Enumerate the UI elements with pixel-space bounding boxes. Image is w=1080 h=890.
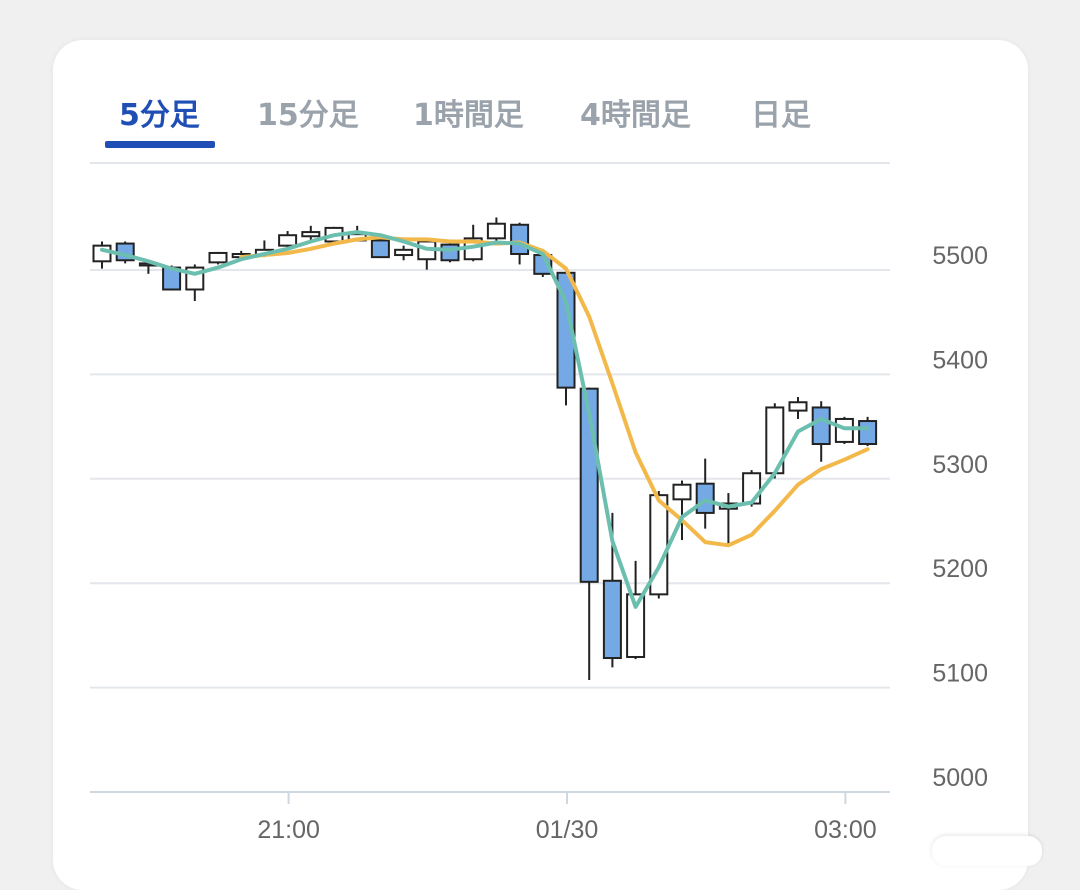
moving-average-long	[239, 235, 870, 548]
candle-bullish	[486, 222, 506, 240]
candle-bullish	[834, 417, 854, 443]
candle-bullish	[394, 248, 414, 257]
candle-bearish	[695, 482, 715, 514]
x-tick-label: 21:00	[257, 816, 320, 844]
candle-bullish	[301, 231, 321, 238]
moving-average-short	[100, 230, 870, 609]
y-tick-label: 5400	[932, 346, 988, 374]
candle-bearish	[370, 239, 390, 259]
bottom-sheet-edge	[932, 836, 1042, 866]
candle-bearish	[602, 579, 622, 660]
candle-bullish	[742, 472, 762, 505]
y-tick-label: 5000	[932, 764, 988, 792]
candle-bullish	[208, 251, 228, 264]
candle-bearish	[858, 420, 878, 446]
candle-bearish	[510, 223, 530, 256]
candle-bullish	[278, 234, 298, 247]
candlestick-chart[interactable]: 5500 5400 5300 5200 5100 5000 21:00 01/30 03:00	[0, 0, 1080, 851]
y-tick-label: 5200	[932, 555, 988, 583]
x-tick-label: 03:00	[814, 816, 877, 844]
candle-bearish	[440, 243, 460, 262]
candle-bullish	[788, 401, 808, 412]
candle-bearish	[811, 406, 831, 446]
candle-bullish	[672, 483, 692, 501]
x-tick-label: 01/30	[536, 816, 599, 844]
y-tick-label: 5500	[932, 242, 988, 270]
y-tick-label: 5300	[932, 451, 988, 479]
y-tick-label: 5100	[932, 660, 988, 688]
